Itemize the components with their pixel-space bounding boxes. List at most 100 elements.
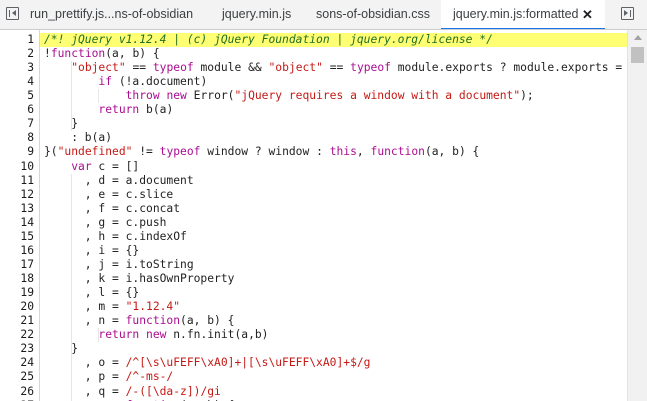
code-token: }( bbox=[44, 145, 58, 159]
code-line-text: , e = c.slice bbox=[40, 188, 627, 202]
code-line[interactable]: , n = function(a, b) { bbox=[40, 314, 627, 328]
line-number[interactable]: 21 bbox=[0, 314, 34, 328]
line-number[interactable]: 17 bbox=[0, 258, 34, 272]
scrollbar-thumb[interactable] bbox=[631, 47, 644, 63]
tab-jquery-min-formatted[interactable]: jquery.min.js:formatted ✕ bbox=[441, 0, 605, 29]
code-token: , h = c.indexOf bbox=[44, 229, 187, 243]
code-token: , d = a.document bbox=[44, 173, 194, 187]
code-line[interactable]: , g = c.push bbox=[40, 216, 627, 230]
code-token: if bbox=[98, 75, 113, 89]
code-line[interactable]: !function(a, b) { bbox=[40, 47, 627, 61]
code-line[interactable]: , h = c.indexOf bbox=[40, 230, 627, 244]
code-line[interactable]: return new n.fn.init(a,b) bbox=[40, 328, 627, 342]
code-line[interactable]: return b(a) bbox=[40, 103, 627, 117]
line-number[interactable]: 1 bbox=[0, 33, 34, 47]
code-line-text: , p = /^-ms-/ bbox=[40, 370, 627, 384]
code-token: , k = i.hasOwnProperty bbox=[44, 272, 235, 286]
line-number[interactable]: 10 bbox=[0, 160, 34, 174]
line-number[interactable]: 5 bbox=[0, 89, 34, 103]
line-number[interactable]: 3 bbox=[0, 61, 34, 75]
vertical-scrollbar[interactable] bbox=[627, 30, 647, 401]
code-line-text: } bbox=[40, 342, 627, 356]
code-line[interactable]: , m = "1.12.4" bbox=[40, 300, 627, 314]
code-token: new bbox=[146, 328, 167, 342]
line-number[interactable]: 14 bbox=[0, 216, 34, 230]
tab-jquery-min[interactable]: jquery.min.js bbox=[222, 0, 291, 29]
code-token: /^-ms-/ bbox=[125, 370, 174, 384]
line-number[interactable]: 26 bbox=[0, 385, 34, 399]
code-line[interactable]: , j = i.toString bbox=[40, 258, 627, 272]
code-token: , e = c.slice bbox=[44, 187, 174, 201]
line-number[interactable]: 18 bbox=[0, 272, 34, 286]
code-line[interactable]: , o = /^[\s\uFEFF\xA0]+|[\s\uFEFF\xA0]+$… bbox=[40, 356, 627, 370]
editor-tab-bar: run_prettify.js...ns-of-obsidian jquery.… bbox=[0, 0, 647, 30]
panel-right-icon[interactable] bbox=[621, 7, 634, 20]
code-line-text: return b(a) bbox=[40, 103, 627, 117]
tab-label: sons-of-obsidian.css bbox=[316, 7, 430, 21]
line-number[interactable]: 15 bbox=[0, 230, 34, 244]
close-icon[interactable]: ✕ bbox=[582, 0, 593, 29]
code-line[interactable]: , l = {} bbox=[40, 286, 627, 300]
line-number[interactable]: 24 bbox=[0, 356, 34, 370]
code-line[interactable]: if (!a.document) bbox=[40, 75, 627, 89]
code-area[interactable]: /*! jQuery v1.12.4 | (c) jQuery Foundati… bbox=[40, 30, 627, 401]
line-number[interactable]: 22 bbox=[0, 328, 34, 342]
code-line-text: , i = {} bbox=[40, 244, 627, 258]
code-line-text: , j = i.toString bbox=[40, 258, 627, 272]
line-number[interactable]: 6 bbox=[0, 103, 34, 117]
line-number[interactable]: 13 bbox=[0, 202, 34, 216]
code-line[interactable]: , d = a.document bbox=[40, 174, 627, 188]
code-token: ); bbox=[520, 89, 534, 103]
code-line[interactable]: , f = c.concat bbox=[40, 202, 627, 216]
line-number[interactable]: 9 bbox=[0, 145, 34, 159]
code-line-text: , f = c.concat bbox=[40, 202, 627, 216]
code-line-text: , n = function(a, b) { bbox=[40, 314, 627, 328]
code-line[interactable]: "object" == typeof module && "object" ==… bbox=[40, 61, 627, 75]
code-line[interactable]: , q = /-([\da-z])/gi bbox=[40, 385, 627, 399]
code-token: , j = i.toString bbox=[44, 257, 194, 271]
line-number[interactable]: 19 bbox=[0, 286, 34, 300]
line-number[interactable]: 11 bbox=[0, 174, 34, 188]
line-number[interactable]: 8 bbox=[0, 131, 34, 145]
code-line[interactable]: , p = /^-ms-/ bbox=[40, 370, 627, 384]
tab-run-prettify[interactable]: run_prettify.js...ns-of-obsidian bbox=[30, 0, 193, 29]
code-line-text: , k = i.hasOwnProperty bbox=[40, 272, 627, 286]
code-line[interactable]: , e = c.slice bbox=[40, 188, 627, 202]
line-number[interactable]: 25 bbox=[0, 370, 34, 384]
scroll-up-arrow-icon[interactable] bbox=[634, 35, 642, 40]
line-number[interactable]: 23 bbox=[0, 342, 34, 356]
line-number[interactable]: 20 bbox=[0, 300, 34, 314]
code-line[interactable]: throw new Error("jQuery requires a windo… bbox=[40, 89, 627, 103]
line-number[interactable]: 7 bbox=[0, 117, 34, 131]
code-token: , g = c.push bbox=[44, 215, 167, 229]
line-number[interactable]: 2 bbox=[0, 47, 34, 61]
code-line[interactable]: /*! jQuery v1.12.4 | (c) jQuery Foundati… bbox=[40, 33, 627, 47]
code-token: b(a) bbox=[139, 103, 174, 117]
line-number[interactable]: 4 bbox=[0, 75, 34, 89]
code-line[interactable]: }("undefined" != typeof window ? window … bbox=[40, 145, 627, 159]
code-token: "object" bbox=[71, 61, 126, 75]
code-line-text: , q = /-([\da-z])/gi bbox=[40, 385, 627, 399]
code-line[interactable]: , k = i.hasOwnProperty bbox=[40, 272, 627, 286]
code-token: != bbox=[132, 145, 160, 159]
line-number[interactable]: 16 bbox=[0, 244, 34, 258]
code-token: /-([\da-z])/gi bbox=[125, 384, 221, 398]
code-line-text: throw new Error("jQuery requires a windo… bbox=[40, 89, 627, 103]
code-line[interactable]: , i = {} bbox=[40, 244, 627, 258]
code-line[interactable]: } bbox=[40, 117, 627, 131]
line-number[interactable]: 12 bbox=[0, 188, 34, 202]
code-token: , f = c.concat bbox=[44, 201, 181, 215]
code-line-text: var c = [] bbox=[40, 160, 627, 174]
code-line-text: if (!a.document) bbox=[40, 75, 627, 89]
code-line[interactable]: : b(a) bbox=[40, 131, 627, 145]
tab-sons-of-obsidian-css[interactable]: sons-of-obsidian.css bbox=[316, 0, 430, 29]
code-line[interactable]: } bbox=[40, 342, 627, 356]
panel-left-icon[interactable] bbox=[6, 7, 19, 20]
code-token: typeof bbox=[159, 145, 201, 159]
code-editor[interactable]: 1 2 3 4 5 6 7 8 9 10 11 12 13 14 15 16 17 18 19 20 21 22 23 24 2… bbox=[0, 30, 647, 401]
code-line[interactable]: var c = [] bbox=[40, 160, 627, 174]
